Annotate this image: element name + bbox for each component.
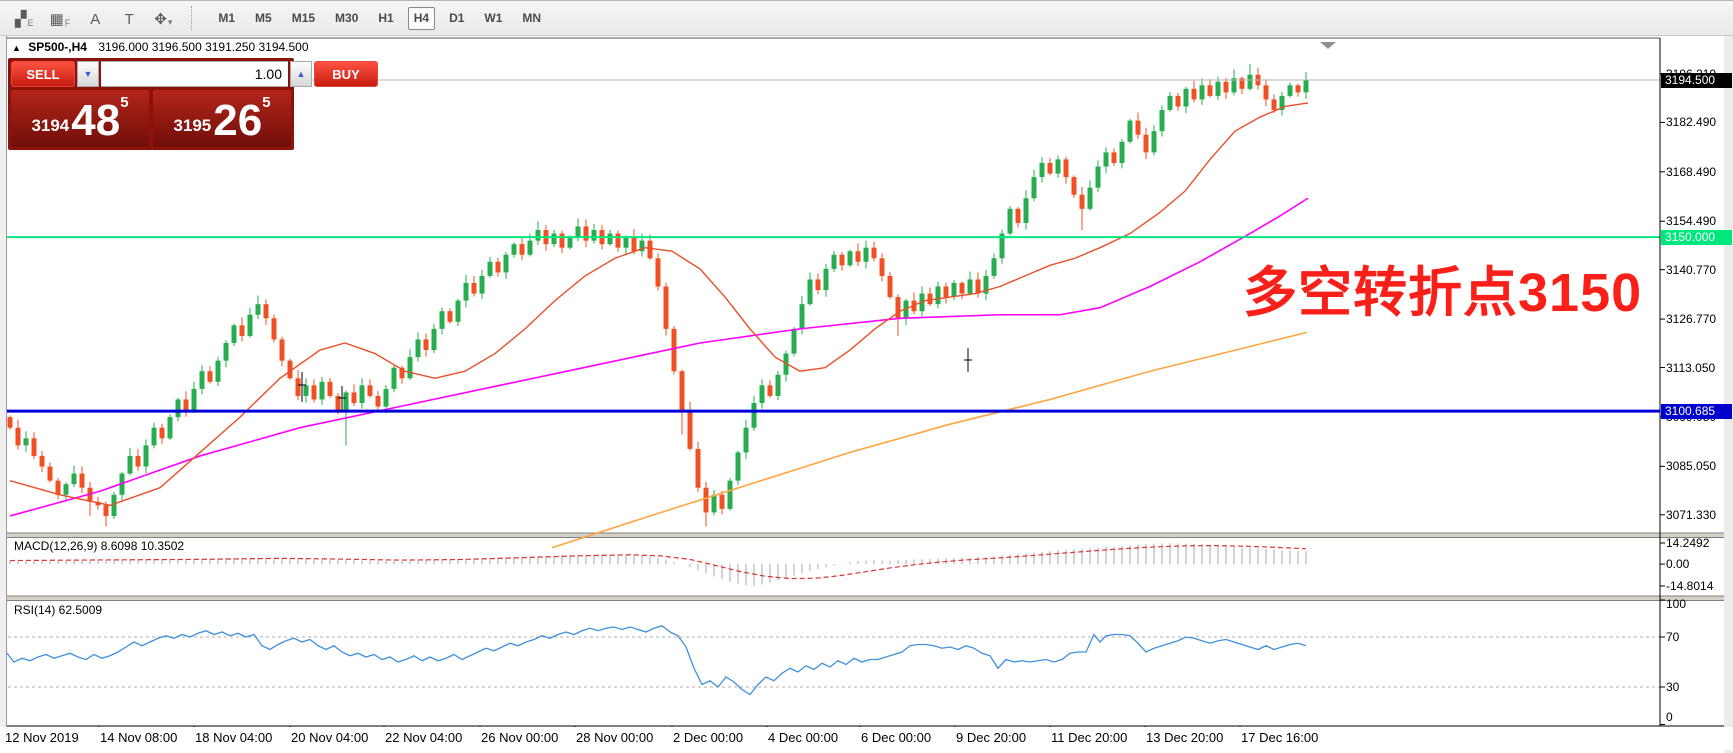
rsi-label: RSI(14) 62.5009 (14, 603, 102, 617)
price-tick-label: 3140.770 (1666, 263, 1716, 277)
time-axis-label: 20 Nov 04:00 (291, 730, 368, 745)
time-axis-label: 4 Dec 00:00 (768, 730, 838, 745)
label-a-icon[interactable]: A (81, 6, 109, 31)
price-tick-label: 3126.770 (1666, 312, 1716, 326)
timeframe-m30[interactable]: M30 (329, 7, 364, 30)
tool-icons-group: ▞E▦FAT✥▾ (0, 6, 177, 31)
symbol-header: ▲ SP500-,H4 3196.000 3196.500 3191.250 3… (12, 40, 309, 54)
rsi-tick-label: 100 (1666, 597, 1686, 611)
sell-button[interactable]: SELL (11, 61, 75, 87)
price-tick-label: 3113.050 (1666, 361, 1715, 375)
macd-tick-label: -14.8014 (1666, 579, 1713, 593)
time-axis[interactable]: 12 Nov 2019 14 Nov 08:00 18 Nov 04:00 20 No… (0, 727, 1733, 750)
time-axis-label: 11 Dec 20:00 (1051, 730, 1127, 745)
green-line-badge: 3150.000 (1661, 230, 1732, 245)
rsi-tick-label: 70 (1666, 630, 1679, 644)
sell-price-main: 48 (71, 101, 120, 141)
volume-increase-button[interactable]: ▲ (290, 61, 312, 87)
grid-f-icon[interactable]: ▦F (45, 6, 76, 31)
blue-line-badge: 3100.685 (1661, 404, 1732, 419)
macd-tick-label: 14.2492 (1666, 536, 1709, 550)
timeframe-m15[interactable]: M15 (286, 7, 321, 30)
macd-label: MACD(12,26,9) 8.6098 10.3502 (14, 539, 184, 553)
timeframe-group: M1 M5 M15 M30 H1 H4 D1 W1 MN (202, 7, 549, 30)
toolbar: ▞E▦FAT✥▾ M1 M5 M15 M30 H1 H4 D1 W1 MN (0, 0, 1733, 36)
price-tick-label: 3182.490 (1666, 115, 1716, 129)
text-box-icon[interactable]: T (115, 6, 143, 31)
current-price-badge: 3194.500 (1661, 73, 1732, 88)
chart-area[interactable] (8, 55, 1660, 726)
symbol-ohlc-values: 3196.000 3196.500 3191.250 3194.500 (98, 40, 308, 54)
symbol-name: SP500-,H4 (28, 40, 87, 54)
timeframe-d1[interactable]: D1 (443, 7, 470, 30)
time-axis-label: 18 Nov 04:00 (195, 730, 272, 745)
timeframe-mn[interactable]: MN (516, 7, 547, 30)
buy-price-box[interactable]: 3195 26 5 (153, 90, 291, 147)
price-axis[interactable]: 3196.2103182.4903168.4903154.4903140.770… (1660, 36, 1733, 728)
timeframe-w1[interactable]: W1 (478, 7, 508, 30)
time-axis-label: 9 Dec 20:00 (956, 730, 1026, 745)
buy-price-main: 26 (213, 101, 262, 141)
cursor-tool-icon[interactable]: ✥▾ (149, 6, 177, 31)
volume-input[interactable] (101, 61, 288, 87)
time-axis-label: 28 Nov 00:00 (576, 730, 653, 745)
buy-price-prefix: 3195 (173, 116, 211, 136)
macd-tick-label: 0.00 (1666, 557, 1689, 571)
toolbar-separator (191, 6, 192, 30)
time-axis-label: 14 Nov 08:00 (100, 730, 177, 745)
one-click-trading-panel: SELL ▼ ▲ BUY 3194 48 5 3195 26 5 (8, 58, 294, 150)
price-tick-label: 3168.490 (1666, 165, 1716, 179)
time-axis-label: 17 Dec 16:00 (1241, 730, 1318, 745)
price-tick-label: 3071.330 (1666, 508, 1716, 522)
mt4-window: ▞E▦FAT✥▾ M1 M5 M15 M30 H1 H4 D1 W1 MN ▲ SP500-,H… (0, 0, 1733, 753)
sell-price-pip: 5 (120, 94, 128, 111)
volume-decrease-button[interactable]: ▼ (77, 61, 99, 87)
time-axis-label: 26 Nov 00:00 (481, 730, 558, 745)
sell-price-box[interactable]: 3194 48 5 (11, 90, 149, 147)
expert-charts-icon[interactable]: ▞E (10, 6, 39, 31)
chart-annotation-text: 多空转折点3150 (1243, 248, 1642, 327)
sell-price-prefix: 3194 (31, 116, 69, 136)
time-axis-label: 13 Dec 20:00 (1146, 730, 1223, 745)
timeframe-m1[interactable]: M1 (212, 7, 241, 30)
rsi-tick-label: 0 (1666, 710, 1673, 724)
collapse-arrow-icon[interactable]: ▲ (12, 43, 21, 53)
time-axis-label: 2 Dec 00:00 (673, 730, 743, 745)
timeframe-h1[interactable]: H1 (372, 7, 399, 30)
time-axis-label: 12 Nov 2019 (5, 730, 79, 745)
buy-price-pip: 5 (262, 94, 270, 111)
buy-button[interactable]: BUY (314, 61, 378, 87)
price-tick-label: 3085.050 (1666, 459, 1716, 473)
rsi-tick-label: 30 (1666, 680, 1679, 694)
timeframe-m5[interactable]: M5 (249, 7, 278, 30)
time-axis-label: 6 Dec 00:00 (861, 730, 931, 745)
timeframe-h4[interactable]: H4 (408, 7, 435, 30)
price-tick-label: 3154.490 (1666, 214, 1716, 228)
window-left-edge (0, 36, 7, 750)
time-axis-label: 22 Nov 04:00 (385, 730, 462, 745)
